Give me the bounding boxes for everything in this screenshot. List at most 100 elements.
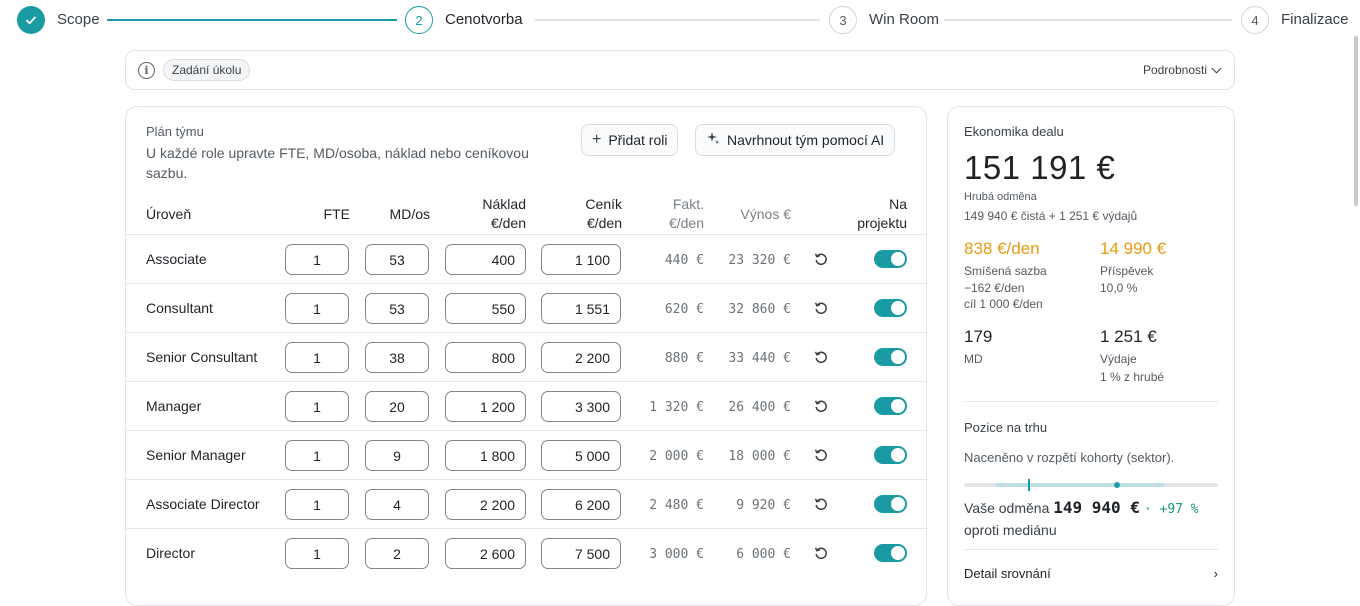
task-chip[interactable]: Zadání úkolu bbox=[163, 59, 251, 81]
price-input[interactable]: 2 200 bbox=[541, 342, 621, 373]
vs-median-label: oproti mediánu bbox=[964, 522, 1057, 538]
fakt-rate: 1 320 € bbox=[649, 400, 704, 415]
cost-input[interactable]: 1 800 bbox=[445, 440, 526, 471]
step-3-label[interactable]: Win Room bbox=[869, 11, 939, 28]
contribution-value: 14 990 € bbox=[1100, 239, 1167, 258]
price-input[interactable]: 6 200 bbox=[541, 489, 621, 520]
step-1-label[interactable]: Scope bbox=[57, 11, 100, 28]
on-project-toggle[interactable] bbox=[874, 544, 907, 562]
cost-input[interactable]: 400 bbox=[445, 244, 526, 275]
fte-input[interactable]: 1 bbox=[285, 440, 349, 471]
on-project-toggle[interactable] bbox=[874, 495, 907, 513]
step-2-label[interactable]: Cenotvorba bbox=[445, 11, 523, 28]
your-fee-value: 149 940 € bbox=[1053, 498, 1140, 517]
price-input[interactable]: 5 000 bbox=[541, 440, 621, 471]
plus-icon: + bbox=[592, 131, 602, 148]
cost-input[interactable]: 1 200 bbox=[445, 391, 526, 422]
gross-breakdown: 149 940 € čistá + 1 251 € výdajů bbox=[964, 209, 1138, 223]
md-input[interactable]: 38 bbox=[365, 342, 429, 373]
gross-value: 151 191 € bbox=[964, 149, 1116, 186]
your-fee-marker bbox=[1114, 482, 1120, 488]
step-2-number[interactable]: 2 bbox=[405, 6, 433, 34]
panel-title: Plán týmu bbox=[146, 124, 204, 139]
table-row: Consultant 1 53 550 1 551 620 € 32 860 € bbox=[126, 283, 926, 332]
panel-description: U každé role upravte FTE, MD/osoba, nákl… bbox=[146, 145, 529, 181]
reset-icon[interactable] bbox=[814, 448, 828, 462]
revenue: 9 920 € bbox=[736, 498, 791, 513]
md-input[interactable]: 4 bbox=[365, 489, 429, 520]
cost-input[interactable]: 2 600 bbox=[445, 538, 526, 569]
chevron-down-icon bbox=[1211, 63, 1222, 73]
expenses-value: 1 251 € bbox=[1100, 327, 1157, 346]
cost-input[interactable]: 800 bbox=[445, 342, 526, 373]
step-connector bbox=[107, 19, 397, 21]
sparkle-icon bbox=[706, 131, 720, 150]
detail-comparison-link[interactable]: Detail srovnání › bbox=[964, 566, 1218, 581]
col-header-on-project: Na projektu bbox=[826, 195, 907, 233]
md-label: MD bbox=[964, 352, 983, 366]
reset-icon[interactable] bbox=[814, 497, 828, 511]
blended-rate-diff: −162 €/den bbox=[964, 281, 1025, 295]
median-marker bbox=[1028, 479, 1030, 491]
price-input[interactable]: 1 100 bbox=[541, 244, 621, 275]
fakt-rate: 2 000 € bbox=[649, 449, 704, 464]
md-input[interactable]: 53 bbox=[365, 293, 429, 324]
fakt-rate: 3 000 € bbox=[649, 547, 704, 562]
md-input[interactable]: 53 bbox=[365, 244, 429, 275]
reset-icon[interactable] bbox=[814, 252, 828, 266]
ai-suggest-button[interactable]: Navrhnout tým pomocí AI bbox=[695, 124, 896, 156]
cost-input[interactable]: 2 200 bbox=[445, 489, 526, 520]
gross-label: Hrubá odměna bbox=[964, 191, 1037, 203]
price-input[interactable]: 3 300 bbox=[541, 391, 621, 422]
divider bbox=[964, 549, 1218, 550]
on-project-toggle[interactable] bbox=[874, 397, 907, 415]
fakt-rate: 880 € bbox=[664, 351, 704, 366]
step-1-check-icon[interactable] bbox=[17, 6, 45, 34]
cohort-range-band bbox=[996, 483, 1164, 487]
col-header-cost: Náklad €/den bbox=[456, 195, 526, 233]
contribution-label: Příspěvek bbox=[1100, 264, 1154, 278]
step-4-label[interactable]: Finalizace bbox=[1281, 11, 1349, 28]
revenue: 23 320 € bbox=[728, 253, 791, 268]
your-fee-label: Vaše odměna bbox=[964, 500, 1050, 516]
table-row: Senior Manager 1 9 1 800 5 000 2 000 € 18 000 … bbox=[126, 430, 926, 479]
fte-input[interactable]: 1 bbox=[285, 293, 349, 324]
step-4-number[interactable]: 4 bbox=[1241, 6, 1269, 34]
revenue: 6 000 € bbox=[736, 547, 791, 562]
on-project-toggle[interactable] bbox=[874, 446, 907, 464]
fte-input[interactable]: 1 bbox=[285, 489, 349, 520]
on-project-toggle[interactable] bbox=[874, 250, 907, 268]
fee-comparison: Vaše odměna 149 940 € · +97 % oproti med… bbox=[964, 497, 1199, 541]
reset-icon[interactable] bbox=[814, 350, 828, 364]
revenue: 18 000 € bbox=[728, 449, 791, 464]
price-input[interactable]: 7 500 bbox=[541, 538, 621, 569]
add-role-label: Přidat roli bbox=[608, 132, 668, 148]
fte-input[interactable]: 1 bbox=[285, 391, 349, 422]
task-bar: i Zadání úkolu Podrobnosti bbox=[125, 50, 1235, 90]
fakt-rate: 2 480 € bbox=[649, 498, 704, 513]
price-input[interactable]: 1 551 bbox=[541, 293, 621, 324]
table-row: Senior Consultant 1 38 800 2 200 880 € 33 440 … bbox=[126, 332, 926, 381]
col-header-cost-1: Náklad bbox=[482, 196, 526, 212]
step-3-number[interactable]: 3 bbox=[829, 6, 857, 34]
stepper: Scope 2 Cenotvorba 3 Win Room 4 Finaliza… bbox=[0, 0, 1360, 40]
on-project-toggle[interactable] bbox=[874, 348, 907, 366]
reset-icon[interactable] bbox=[814, 301, 828, 315]
on-project-toggle[interactable] bbox=[874, 299, 907, 317]
page-scrollbar[interactable] bbox=[1354, 36, 1358, 206]
market-position-title: Pozice na trhu bbox=[964, 420, 1048, 435]
md-input[interactable]: 20 bbox=[365, 391, 429, 422]
md-input[interactable]: 2 bbox=[365, 538, 429, 569]
reset-icon[interactable] bbox=[814, 399, 828, 413]
cost-input[interactable]: 550 bbox=[445, 293, 526, 324]
md-input[interactable]: 9 bbox=[365, 440, 429, 471]
add-role-button[interactable]: + Přidat roli bbox=[581, 124, 679, 156]
md-value: 179 bbox=[964, 327, 993, 346]
reset-icon[interactable] bbox=[814, 546, 828, 560]
details-toggle[interactable]: Podrobnosti bbox=[1143, 63, 1222, 77]
fte-input[interactable]: 1 bbox=[285, 342, 349, 373]
fte-input[interactable]: 1 bbox=[285, 244, 349, 275]
contribution-pct: 10,0 % bbox=[1100, 281, 1138, 295]
role-name: Associate Director bbox=[146, 496, 260, 512]
fte-input[interactable]: 1 bbox=[285, 538, 349, 569]
